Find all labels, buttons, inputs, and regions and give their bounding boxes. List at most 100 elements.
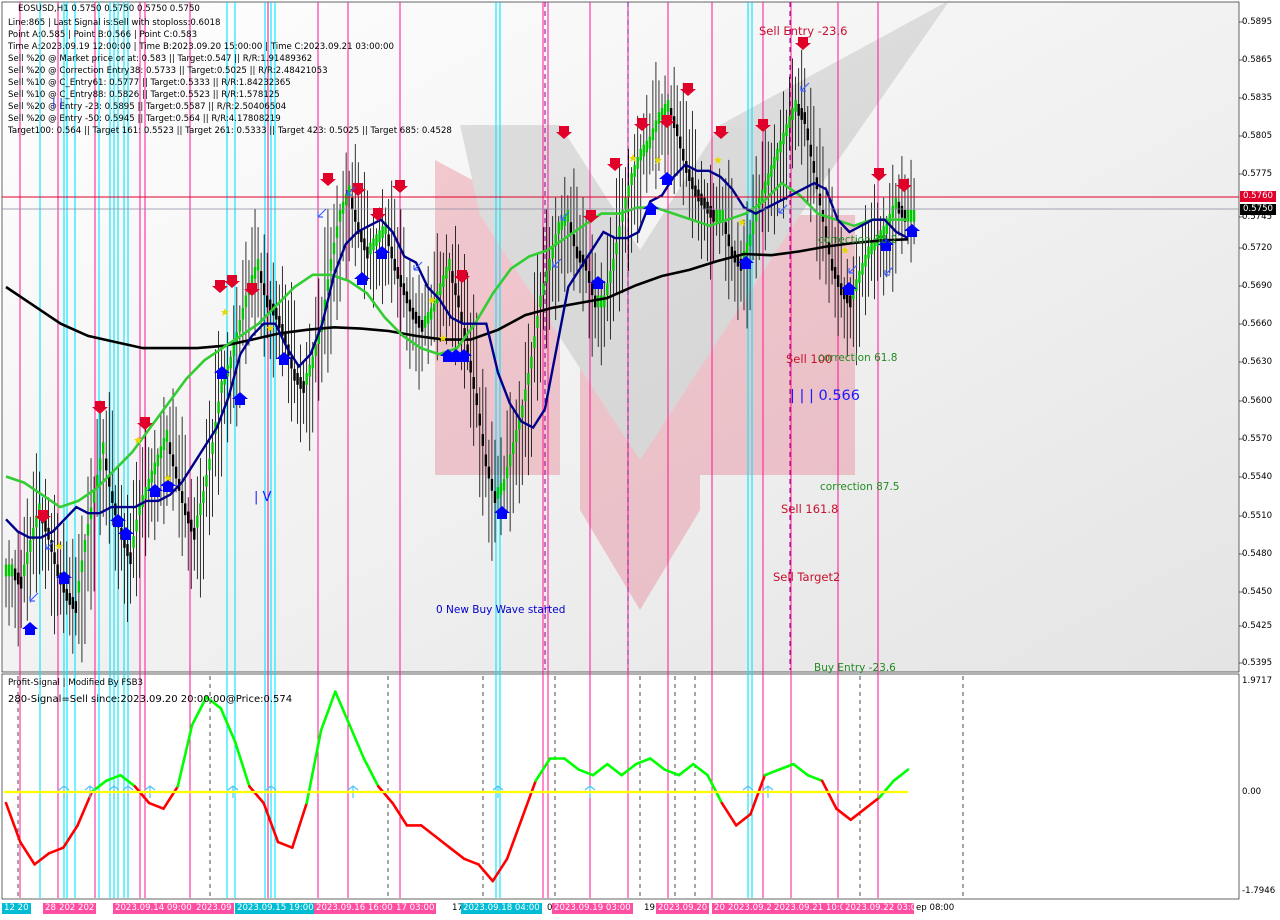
candle-body bbox=[818, 193, 822, 206]
candle-body bbox=[891, 205, 895, 218]
candle-body bbox=[706, 201, 709, 214]
candle-body bbox=[612, 258, 615, 271]
candle-body bbox=[630, 173, 633, 186]
candle-body bbox=[624, 197, 627, 210]
candle-body bbox=[68, 593, 71, 605]
indicator-title: Profit-Signal | Modified By FSB3 bbox=[8, 678, 143, 688]
candle-body bbox=[13, 568, 17, 581]
candle-body bbox=[150, 470, 153, 483]
chart-root: EOSUSD,H1 0.5750 0.5750 0.5750 0.5750 Li… bbox=[0, 0, 1280, 920]
candle-body bbox=[129, 552, 132, 565]
symbol-line: EOSUSD,H1 0.5750 0.5750 0.5750 0.5750 bbox=[18, 4, 200, 14]
candle-body bbox=[654, 120, 658, 133]
candle-body bbox=[208, 458, 211, 471]
candle-body bbox=[387, 234, 390, 247]
candle-body bbox=[326, 279, 330, 292]
candle-body bbox=[187, 511, 190, 524]
candle-body bbox=[697, 189, 700, 202]
candle-body bbox=[278, 315, 281, 328]
candle-body bbox=[666, 99, 670, 112]
info-line: Sell %10 @ C_Entry88: 0.5826 || Target:0… bbox=[8, 90, 280, 100]
candle-body bbox=[92, 491, 96, 503]
candle-body bbox=[193, 527, 196, 540]
y-tick-label: 0.5835 bbox=[1242, 93, 1273, 103]
candle-body bbox=[190, 519, 193, 532]
candle-body bbox=[527, 372, 530, 385]
candle-body bbox=[165, 430, 169, 442]
candle-body bbox=[77, 580, 81, 593]
candle-body bbox=[417, 315, 421, 328]
y-tick-label: 0.5540 bbox=[1242, 472, 1273, 482]
sell-target2-label: Sell Target2 bbox=[773, 570, 841, 584]
candle-body bbox=[806, 128, 809, 141]
candle-body bbox=[490, 478, 494, 491]
candle-body bbox=[782, 132, 785, 145]
candle-body bbox=[439, 283, 442, 296]
candle-body bbox=[354, 209, 357, 222]
candle-body bbox=[776, 148, 779, 161]
x-axis-label: 2023.09.19 03:00 bbox=[552, 903, 633, 914]
candle-body bbox=[29, 540, 32, 552]
indicator-tick: -1.7946 bbox=[1242, 886, 1276, 896]
candle-body bbox=[454, 283, 457, 296]
candle-body bbox=[126, 544, 129, 556]
candle-body bbox=[694, 185, 697, 198]
candle-body bbox=[411, 307, 415, 320]
indicator-background bbox=[1, 673, 1240, 900]
candle-body bbox=[900, 205, 904, 218]
candle-body bbox=[663, 103, 667, 116]
candle-body bbox=[53, 552, 56, 565]
candle-body bbox=[515, 430, 518, 442]
candle-body bbox=[86, 523, 90, 536]
x-axis-label: 2023.09.21 10:0 bbox=[772, 903, 848, 914]
candle-body bbox=[469, 360, 472, 373]
buy-entry-label: Buy Entry -23.6 bbox=[814, 662, 896, 674]
candle-body bbox=[496, 487, 500, 499]
candle-body bbox=[217, 401, 220, 414]
candle-body bbox=[378, 230, 381, 243]
candle-body bbox=[627, 185, 630, 198]
candle-body bbox=[299, 377, 302, 389]
candle-body bbox=[448, 258, 451, 271]
candle-body bbox=[111, 491, 114, 503]
candle-body bbox=[712, 209, 715, 222]
indicator-tick: 1.9717 bbox=[1242, 676, 1273, 686]
candle-body bbox=[369, 242, 372, 255]
candle-body bbox=[238, 319, 242, 332]
candle-body bbox=[381, 226, 384, 239]
candle-body bbox=[675, 124, 679, 137]
candle-body bbox=[855, 279, 858, 292]
candle-body bbox=[360, 230, 363, 243]
candle-body bbox=[472, 377, 475, 389]
candle-body bbox=[618, 226, 621, 239]
candle-body bbox=[751, 222, 755, 234]
level-566-label: | | | 0.566 bbox=[790, 388, 860, 404]
candle-body bbox=[168, 442, 172, 455]
candle-body bbox=[132, 535, 135, 548]
candle-body bbox=[445, 267, 448, 279]
candle-body bbox=[864, 254, 867, 267]
candle-body bbox=[159, 446, 163, 459]
candle-body bbox=[481, 434, 485, 446]
candle-body bbox=[296, 372, 299, 385]
price-chart bbox=[1, 0, 1243, 914]
candle-body bbox=[141, 495, 144, 508]
candle-body bbox=[23, 564, 26, 577]
info-line: Sell %20 @ Entry -23: 0.5895 || Target:0… bbox=[8, 102, 287, 112]
x-axis-label: 2023.09 bbox=[194, 903, 234, 914]
candle-body bbox=[390, 246, 393, 259]
y-tick-label: 0.5450 bbox=[1242, 587, 1273, 597]
candle-body bbox=[363, 238, 366, 251]
candle-body bbox=[423, 315, 427, 328]
candle-body bbox=[153, 462, 157, 475]
candle-body bbox=[645, 140, 649, 153]
candle-body bbox=[402, 283, 406, 296]
x-axis-label: 2023.09.15 19:00 bbox=[235, 903, 316, 914]
y-tick-label: 0.5805 bbox=[1242, 131, 1273, 141]
candle-body bbox=[502, 478, 506, 491]
candle-body bbox=[302, 381, 305, 393]
info-line: Sell %10 @ C_Entry61: 0.5777 || Target:0… bbox=[8, 78, 291, 88]
candle-body bbox=[867, 246, 870, 259]
candle-body bbox=[909, 209, 913, 222]
candle-body bbox=[703, 197, 706, 210]
